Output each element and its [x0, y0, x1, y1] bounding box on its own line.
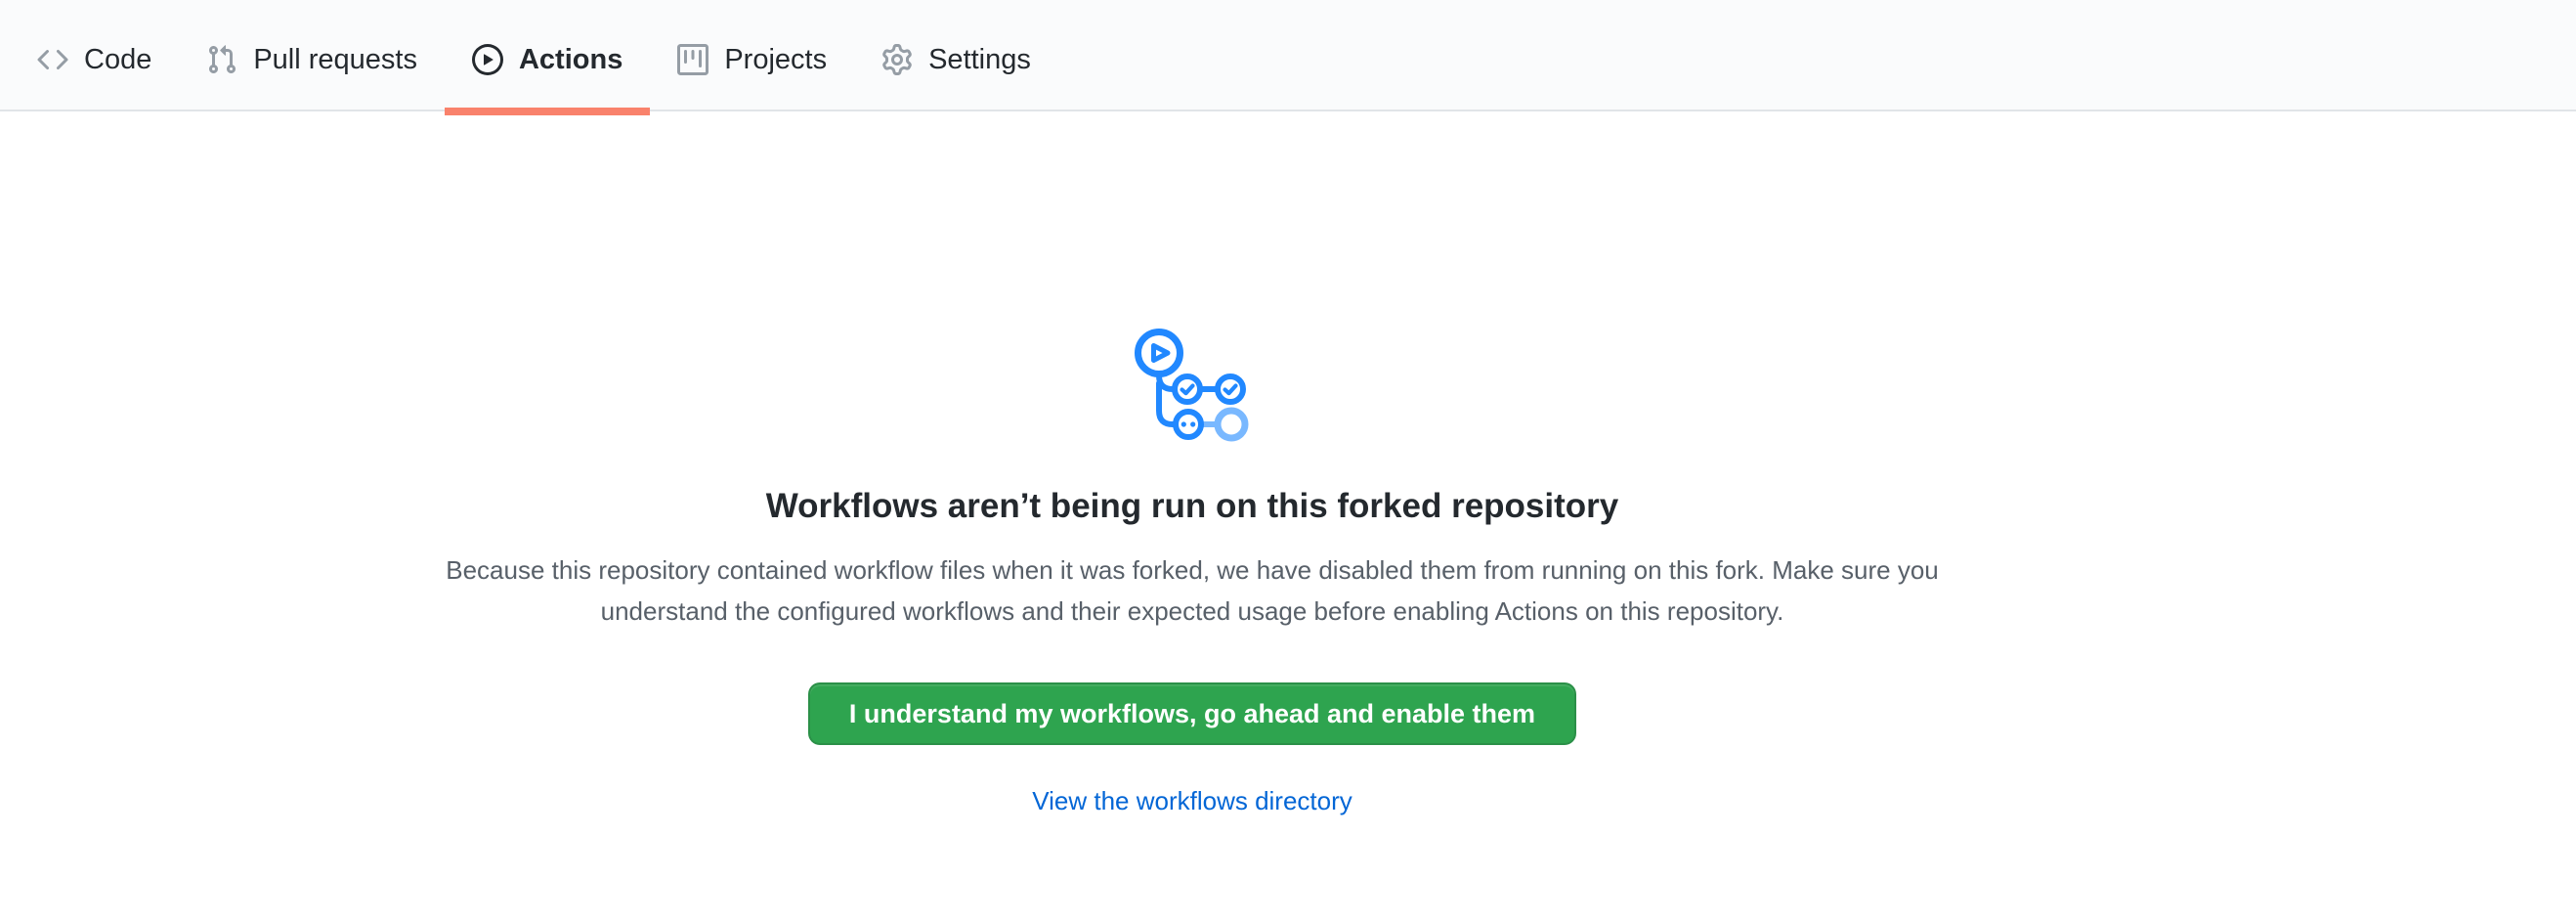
tab-code[interactable]: Code: [10, 10, 179, 110]
tab-settings[interactable]: Settings: [854, 10, 1058, 110]
tab-label: Projects: [724, 44, 827, 76]
workflow-illustration-icon: [1133, 329, 1252, 442]
active-tab-indicator: [445, 108, 650, 115]
workflows-directory-link[interactable]: View the workflows directory: [1032, 784, 1352, 817]
main-content: Workflows aren’t being run on this forke…: [0, 111, 2384, 817]
gear-icon: [881, 44, 913, 75]
tab-label: Settings: [928, 44, 1031, 76]
tab-pull-requests[interactable]: Pull requests: [179, 10, 445, 110]
code-icon: [37, 44, 68, 75]
project-board-icon: [677, 44, 708, 75]
play-circle-icon: [472, 44, 503, 75]
tab-projects[interactable]: Projects: [650, 10, 854, 110]
enable-workflows-button[interactable]: I understand my workflows, go ahead and …: [808, 682, 1576, 745]
tab-label: Code: [84, 44, 151, 76]
blankslate-description: Because this repository contained workfl…: [404, 549, 1982, 632]
tab-actions[interactable]: Actions: [445, 10, 650, 110]
git-pull-request-icon: [206, 44, 237, 75]
repo-tab-bar: Code Pull requests Actions Projects Sett…: [0, 0, 2576, 111]
tab-label: Actions: [519, 44, 623, 76]
blankslate-heading: Workflows aren’t being run on this forke…: [766, 485, 1619, 528]
tab-label: Pull requests: [253, 44, 417, 76]
